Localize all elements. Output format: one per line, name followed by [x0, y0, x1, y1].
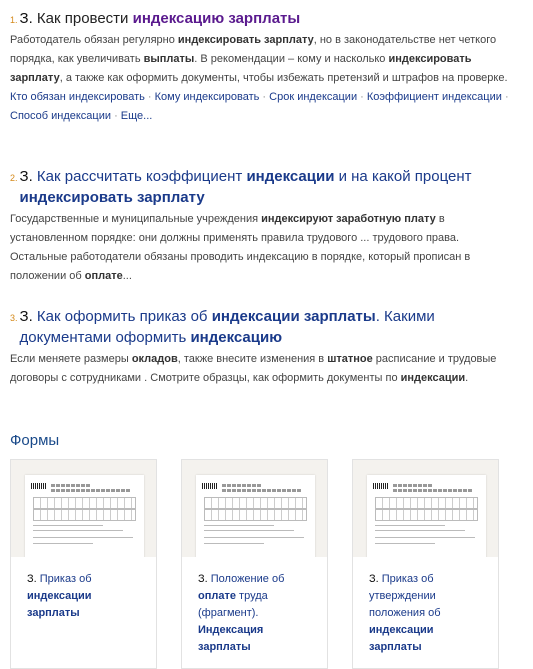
form-thumbnail [182, 460, 327, 557]
result-sublink[interactable]: Коэффициент индексации [367, 91, 502, 103]
separator: · [259, 91, 270, 103]
doc-type-marker: З. [27, 573, 37, 585]
forms-cards: З. Приказ об индексации зарплаты З. Поло… [10, 459, 499, 669]
text-fragment: ... [122, 270, 132, 282]
text-fragment: Работодатель обязан регулярно [10, 34, 178, 46]
separator: · [144, 91, 155, 103]
document-preview-icon [196, 475, 315, 557]
separator: · [501, 91, 509, 103]
text-fragment: Приказ об утверждении положения об [369, 573, 441, 619]
form-card-title: З. Приказ об индексации зарплаты [11, 557, 156, 622]
result-sublink[interactable]: Кто обязан индексировать [10, 91, 145, 103]
result-title-link[interactable]: З. Как оформить приказ об индексации зар… [20, 306, 515, 348]
highlighted-term: индексацию [190, 329, 283, 346]
text-fragment: и на какой процент [334, 168, 472, 185]
text-fragment: Государственные и муниципальные учрежден… [10, 213, 262, 225]
result-title-link[interactable]: З. Как рассчитать коэффициент индексации… [20, 166, 515, 208]
doc-type-marker: З. [369, 573, 379, 585]
highlighted-term: Индексация зарплаты [198, 624, 264, 653]
text-fragment: Как рассчитать коэффициент [32, 168, 247, 185]
result-number: 1. [10, 15, 18, 25]
result-sublink[interactable]: Срок индексации [269, 91, 357, 103]
highlighted-term: индексируют заработную плату [261, 213, 436, 225]
highlighted-term: выплаты [143, 53, 195, 65]
text-fragment: . В рекомендации – кому и насколько [194, 53, 389, 65]
form-thumbnail [353, 460, 498, 557]
text-fragment: Как оформить приказ об [32, 308, 212, 325]
text-fragment: , а также как оформить документы, чтобы … [59, 72, 508, 84]
highlighted-term: индексировать зарплату [177, 34, 314, 46]
result-sublinks: Кто обязан индексировать · Кому индексир… [10, 88, 515, 126]
result-number: 3. [10, 313, 18, 323]
search-result-1: 1. З. Как провести индексацию зарплаты Р… [10, 8, 515, 126]
text-fragment: Если меняете размеры [10, 353, 132, 365]
forms-section-title: Формы [10, 432, 60, 449]
document-preview-icon [25, 475, 144, 557]
form-card[interactable]: З. Положение об оплате труда (фрагмент).… [181, 459, 328, 669]
result-snippet: Государственные и муниципальные учрежден… [10, 210, 515, 286]
result-sublink[interactable]: Кому индексировать [155, 91, 260, 103]
result-sublink[interactable]: Способ индексации [10, 110, 111, 122]
document-preview-icon [367, 475, 486, 557]
highlighted-term: индексировать зарплату [19, 189, 205, 206]
text-fragment: , также внесите изменения в [177, 353, 328, 365]
doc-type-marker: З. [198, 573, 208, 585]
result-snippet: Если меняете размеры окладов, также внес… [10, 350, 515, 388]
text-fragment: Приказ об [36, 573, 92, 585]
text-fragment: Как провести [32, 10, 133, 27]
separator: · [357, 91, 367, 103]
text-fragment: Положение об [207, 573, 285, 585]
doc-type-marker: З. [19, 168, 33, 185]
search-result-3: 3. З. Как оформить приказ об индексации … [10, 306, 515, 388]
doc-type-marker: З. [19, 10, 33, 27]
result-sublink[interactable]: Еще... [121, 110, 153, 122]
text-fragment: . [465, 372, 469, 384]
search-result-2: 2. З. Как рассчитать коэффициент индекса… [10, 166, 515, 286]
highlighted-term: индексацию зарплаты [132, 10, 301, 27]
highlighted-term: индексации [246, 168, 335, 185]
highlighted-term: индексации зарплаты [211, 308, 376, 325]
form-card[interactable]: З. Приказ об утверждении положения об ин… [352, 459, 499, 669]
highlighted-term: индексации [400, 372, 466, 384]
form-card-title: З. Положение об оплате труда (фрагмент).… [182, 557, 327, 656]
highlighted-term: индексации зарплаты [27, 590, 92, 619]
result-title-link[interactable]: З. Как провести индексацию зарплаты [20, 8, 301, 29]
result-snippet: Работодатель обязан регулярно индексиров… [10, 31, 515, 88]
highlighted-term: оплате [84, 270, 123, 282]
highlighted-term: оплате [198, 590, 236, 602]
highlighted-term: штатное [327, 353, 373, 365]
form-card[interactable]: З. Приказ об индексации зарплаты [10, 459, 157, 669]
doc-type-marker: З. [19, 308, 33, 325]
separator: · [111, 110, 121, 122]
form-thumbnail [11, 460, 156, 557]
highlighted-term: окладов [131, 353, 178, 365]
form-card-title: З. Приказ об утверждении положения об ин… [353, 557, 498, 656]
result-number: 2. [10, 173, 18, 183]
highlighted-term: индексации зарплаты [369, 624, 434, 653]
